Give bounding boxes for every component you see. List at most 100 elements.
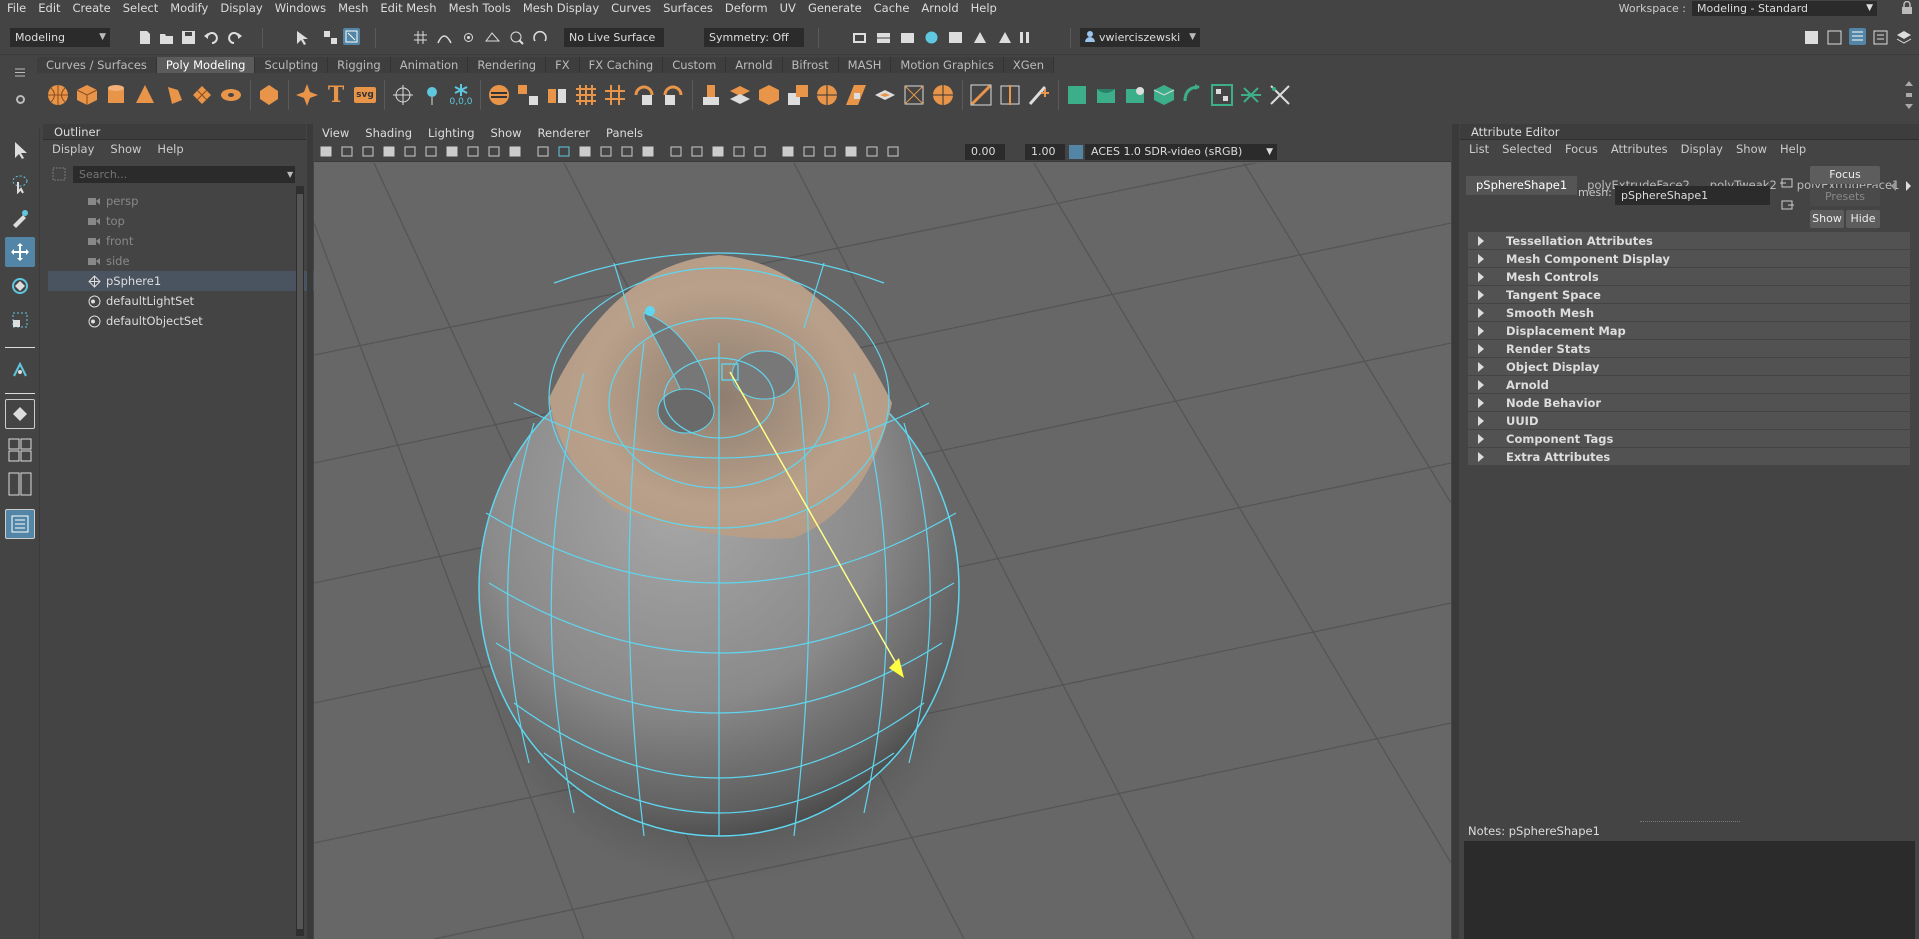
shelf-tab-rigging[interactable]: Rigging xyxy=(328,57,391,73)
offset-icon[interactable] xyxy=(901,82,927,108)
shelf-tab-animation[interactable]: Animation xyxy=(390,57,469,73)
section-mesh-controls[interactable]: Mesh Controls xyxy=(1468,268,1910,285)
retopologize-icon[interactable] xyxy=(660,82,686,108)
field-chart-icon[interactable] xyxy=(488,145,500,158)
viewport-menu-renderer[interactable]: Renderer xyxy=(530,126,599,140)
snap-point-icon[interactable] xyxy=(460,29,477,46)
outliner-item[interactable]: pSphere1 xyxy=(48,271,335,291)
menu-create[interactable]: Create xyxy=(67,0,117,16)
viewport-menu-panels[interactable]: Panels xyxy=(598,126,651,140)
menu-curves[interactable]: Curves xyxy=(605,0,657,16)
viewport-menu-show[interactable]: Show xyxy=(483,126,530,140)
two-view-layout-icon[interactable] xyxy=(5,469,35,499)
modeling-toolkit-icon[interactable] xyxy=(1803,29,1820,46)
poly-torus-icon[interactable] xyxy=(161,82,187,108)
arnold-render-icon[interactable] xyxy=(971,29,988,46)
shelf-tab-arnold[interactable]: Arnold xyxy=(726,57,783,73)
planar-map-icon[interactable] xyxy=(1093,82,1119,108)
save-scene-icon[interactable] xyxy=(180,29,197,46)
rotate-tool-icon[interactable] xyxy=(5,271,35,301)
safe-action-icon[interactable] xyxy=(509,145,521,158)
section-object-display[interactable]: Object Display xyxy=(1468,358,1910,375)
ambient-occlusion-icon[interactable] xyxy=(691,145,703,158)
unfold-icon[interactable] xyxy=(1180,82,1206,108)
sew-uv-icon[interactable] xyxy=(1267,82,1293,108)
film-gate-icon[interactable] xyxy=(425,145,437,158)
menu-mesh-tools[interactable]: Mesh Tools xyxy=(443,0,517,16)
menu-help[interactable]: Help xyxy=(965,0,1003,16)
camera-attributes-icon[interactable] xyxy=(341,145,353,158)
channel-box-icon[interactable] xyxy=(1826,29,1843,46)
menu-arnold[interactable]: Arnold xyxy=(915,0,964,16)
cut-uv-icon[interactable] xyxy=(1238,82,1264,108)
type-tool-icon[interactable]: T xyxy=(323,82,349,108)
poly-plane-icon[interactable] xyxy=(189,82,215,108)
combine-icon[interactable] xyxy=(390,82,416,108)
shelf-tab-fx-caching[interactable]: FX Caching xyxy=(579,57,664,73)
menu-mesh[interactable]: Mesh xyxy=(332,0,374,16)
menu-mesh-display[interactable]: Mesh Display xyxy=(517,0,605,16)
output-connection-icon[interactable] xyxy=(1780,198,1794,212)
remesh-icon[interactable] xyxy=(631,82,657,108)
outliner-menu-help[interactable]: Help xyxy=(157,142,183,156)
make-live-icon[interactable] xyxy=(508,29,525,46)
smooth-shade-icon[interactable] xyxy=(579,145,591,158)
menu-icon[interactable] xyxy=(15,67,25,77)
focus-button[interactable]: Focus xyxy=(1810,166,1880,184)
shelf-tab-mash[interactable]: MASH xyxy=(838,57,892,73)
menu-deform[interactable]: Deform xyxy=(719,0,774,16)
gamma-icon[interactable] xyxy=(887,145,899,158)
poly-disc-icon[interactable] xyxy=(218,82,244,108)
extrude-icon[interactable] xyxy=(698,82,724,108)
input-connection-icon[interactable] xyxy=(1780,176,1794,190)
attr-menu-selected[interactable]: Selected xyxy=(1502,142,1552,156)
attr-menu-help[interactable]: Help xyxy=(1780,142,1806,156)
user-dropdown[interactable]: vwierciszewski ▼ xyxy=(1080,28,1200,47)
section-component-tags[interactable]: Component Tags xyxy=(1468,430,1910,447)
safe-title-icon[interactable] xyxy=(537,145,549,158)
wedge-icon[interactable] xyxy=(930,82,956,108)
attribute-editor-toggle-icon[interactable] xyxy=(1849,28,1866,45)
render-frame-icon[interactable] xyxy=(851,29,868,46)
filter-icon[interactable] xyxy=(52,167,66,181)
chevron-down-icon[interactable]: ▼ xyxy=(287,170,293,179)
mirror-icon[interactable] xyxy=(544,82,570,108)
section-mesh-component-display[interactable]: Mesh Component Display xyxy=(1468,250,1910,267)
viewport-menu-lighting[interactable]: Lighting xyxy=(420,126,482,140)
backface-culling-icon[interactable] xyxy=(845,145,857,158)
menu-windows[interactable]: Windows xyxy=(269,0,332,16)
multi-cut-icon[interactable] xyxy=(968,82,994,108)
shelf-tab-xgen[interactable]: XGen xyxy=(1003,57,1054,73)
shelf-tab-motion-graphics[interactable]: Motion Graphics xyxy=(891,57,1004,73)
fill-face-icon[interactable] xyxy=(872,82,898,108)
quad-draw-icon[interactable] xyxy=(1026,82,1052,108)
menu-select[interactable]: Select xyxy=(117,0,164,16)
notes-textarea[interactable] xyxy=(1464,841,1915,939)
platonic-solid-icon[interactable] xyxy=(256,82,282,108)
select-hierarchy-icon[interactable] xyxy=(294,29,311,46)
bridge-icon[interactable] xyxy=(727,82,753,108)
bevel-icon[interactable] xyxy=(756,82,782,108)
redo-icon[interactable] xyxy=(226,29,243,46)
color-space-dropdown[interactable]: ACES 1.0 SDR-video (sRGB) ▼ xyxy=(1085,144,1277,160)
section-tessellation-attributes[interactable]: Tessellation Attributes xyxy=(1468,232,1910,249)
poly-sphere-icon[interactable] xyxy=(45,82,71,108)
default-material-icon[interactable] xyxy=(600,145,612,158)
render-view-icon[interactable] xyxy=(947,29,964,46)
mode-dropdown[interactable]: Modeling ▼ xyxy=(10,28,110,47)
layout-uv-icon[interactable] xyxy=(1209,82,1235,108)
textured-icon[interactable] xyxy=(621,145,633,158)
exposure-field[interactable]: 0.00 xyxy=(965,144,1005,160)
grid-icon[interactable] xyxy=(404,145,416,158)
menu-display[interactable]: Display xyxy=(214,0,268,16)
outliner-search-input[interactable] xyxy=(73,166,295,183)
outliner-item[interactable]: defaultLightSet xyxy=(48,291,335,311)
center-pivot-icon[interactable] xyxy=(419,82,445,108)
menu-edit[interactable]: Edit xyxy=(32,0,66,16)
viewport-menu-shading[interactable]: Shading xyxy=(357,126,420,140)
poly-cube-icon[interactable] xyxy=(74,82,100,108)
arnold-ipr-icon[interactable] xyxy=(996,29,1013,46)
xray-joints-icon[interactable] xyxy=(803,145,815,158)
cylindrical-map-icon[interactable] xyxy=(1122,82,1148,108)
menu-file[interactable]: File xyxy=(0,0,32,16)
